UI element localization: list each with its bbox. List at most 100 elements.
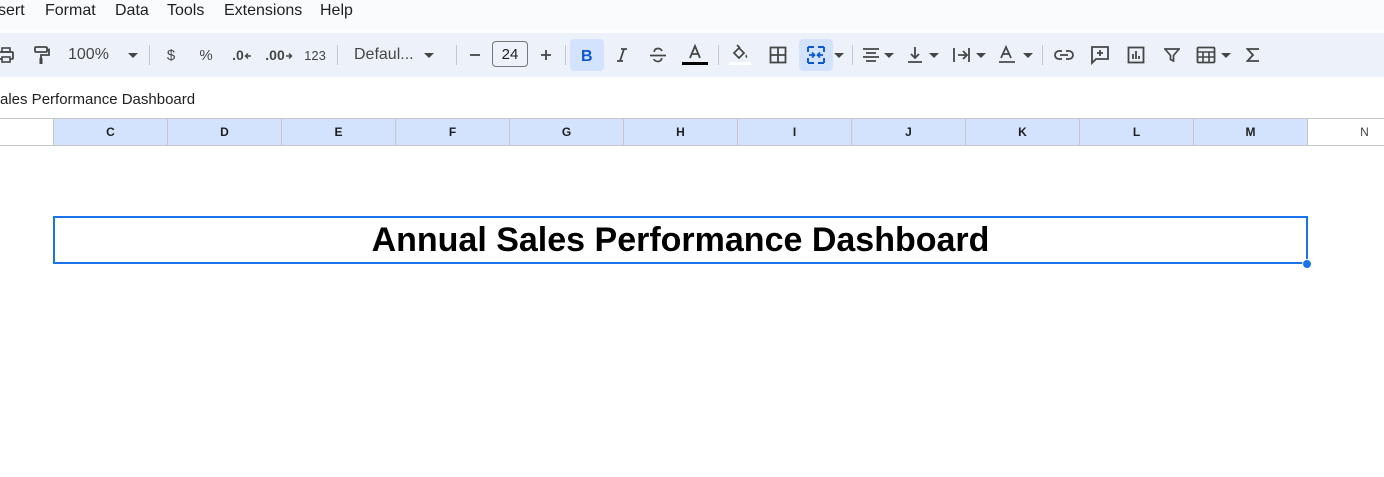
text-wrap-icon [953, 48, 970, 62]
divider [337, 45, 338, 65]
chevron-down-icon [976, 52, 986, 58]
text-rotation-button[interactable] [994, 39, 1036, 71]
text-color-icon [682, 43, 708, 65]
column-header-j[interactable]: J [852, 119, 966, 145]
currency-format-button[interactable]: $ [158, 39, 184, 71]
divider [456, 45, 457, 65]
chevron-down-icon [1220, 52, 1231, 58]
chevron-down-icon [423, 52, 434, 58]
borders-icon [769, 46, 787, 64]
column-header-d[interactable]: D [168, 119, 282, 145]
decrease-decimal-button[interactable]: .0 [228, 39, 256, 71]
text-color-button[interactable] [680, 39, 710, 71]
selection-fill-handle[interactable] [1302, 259, 1312, 269]
sheet-grid[interactable] [0, 146, 1384, 477]
fill-color-button[interactable] [726, 39, 754, 71]
column-header-n[interactable]: N [1308, 119, 1384, 145]
column-header-e[interactable]: E [282, 119, 396, 145]
menu-format[interactable]: Format [45, 1, 96, 23]
add-comment-icon [1091, 46, 1109, 65]
arrow-right-icon [285, 52, 293, 60]
merge-cells-button[interactable] [799, 39, 833, 71]
column-header-b[interactable] [0, 119, 54, 145]
percent-label: % [199, 46, 213, 64]
column-header-h[interactable]: H [624, 119, 738, 145]
menu-help[interactable]: Help [320, 1, 353, 23]
paint-format-button[interactable] [28, 39, 54, 71]
font-family-select[interactable]: Defaul... [348, 39, 448, 71]
insert-chart-button[interactable] [1122, 39, 1150, 71]
menu-tools[interactable]: Tools [167, 1, 204, 23]
merged-title-cell[interactable]: Annual Sales Performance Dashboard [53, 216, 1308, 264]
percent-format-button[interactable]: % [193, 39, 219, 71]
fill-color-icon [729, 44, 751, 65]
bold-icon: B [581, 48, 593, 63]
currency-label: $ [166, 46, 176, 64]
divider [718, 45, 719, 65]
increase-font-size-button[interactable] [534, 39, 558, 71]
menu-data[interactable]: Data [115, 1, 149, 23]
italic-icon [617, 48, 627, 62]
arrow-left-icon [244, 52, 251, 60]
divider [852, 45, 853, 65]
more-formats-button[interactable]: 123 [301, 39, 329, 71]
column-header-k[interactable]: K [966, 119, 1080, 145]
toolbar: 100% $ % .0 .00 123 Defaul... 24 B [0, 33, 1384, 77]
horizontal-align-button[interactable] [858, 39, 898, 71]
filter-button[interactable] [1158, 39, 1186, 71]
svg-text:B: B [581, 48, 593, 63]
table-view-icon [1196, 46, 1215, 64]
print-icon [0, 47, 14, 63]
zoom-value: 100% [68, 46, 109, 63]
formula-bar[interactable]: ales Performance Dashboard [0, 85, 1384, 118]
chevron-down-icon [929, 52, 939, 58]
menu-extensions[interactable]: Extensions [224, 1, 302, 23]
column-header-l[interactable]: L [1080, 119, 1194, 145]
chevron-down-icon [127, 52, 138, 58]
functions-button[interactable] [1240, 39, 1266, 71]
chevron-down-icon [834, 52, 844, 58]
align-center-icon [863, 48, 879, 62]
merge-cells-icon [807, 46, 825, 64]
chevron-down-icon [1023, 52, 1033, 58]
dashboard-title: Annual Sales Performance Dashboard [371, 220, 990, 259]
insert-link-button[interactable] [1050, 39, 1078, 71]
italic-button[interactable] [608, 39, 636, 71]
strikethrough-button[interactable] [644, 39, 672, 71]
text-rotation-icon [999, 45, 1015, 63]
increase-decimal-button[interactable]: .00 [264, 39, 294, 71]
chevron-down-icon [884, 52, 894, 58]
column-header-i[interactable]: I [738, 119, 852, 145]
decrease-font-size-button[interactable] [463, 39, 487, 71]
zoom-select[interactable]: 100% [62, 39, 140, 71]
column-header-f[interactable]: F [396, 119, 510, 145]
menu-bar: sert Format Data Tools Extensions Help [0, 0, 1384, 30]
vertical-align-button[interactable] [902, 39, 944, 71]
menu-insert[interactable]: sert [0, 1, 25, 23]
filter-views-button[interactable] [1192, 39, 1234, 71]
filter-icon [1164, 48, 1180, 63]
divider [149, 45, 150, 65]
divider [1042, 45, 1043, 65]
print-button[interactable] [0, 39, 18, 71]
align-bottom-icon [908, 47, 922, 63]
strikethrough-icon [650, 47, 666, 63]
font-size-input[interactable]: 24 [492, 41, 528, 67]
paint-format-icon [34, 46, 50, 64]
font-family-value: Defaul... [354, 46, 414, 63]
column-header-m[interactable]: M [1194, 119, 1308, 145]
text-wrapping-button[interactable] [948, 39, 990, 71]
minus-icon [470, 54, 480, 56]
insert-comment-button[interactable] [1086, 39, 1114, 71]
link-icon [1054, 50, 1074, 60]
plus-icon [541, 50, 551, 60]
column-header-c[interactable]: C [54, 119, 168, 145]
more-formats-label: 123 [304, 47, 326, 63]
column-header-g[interactable]: G [510, 119, 624, 145]
decrease-decimal-label: .0 [232, 47, 244, 63]
sigma-icon [1246, 48, 1259, 62]
column-headers: C D E F G H I J K L M N [0, 118, 1384, 146]
bold-button[interactable]: B [570, 39, 604, 71]
merge-options-dropdown[interactable] [832, 39, 846, 71]
borders-button[interactable] [764, 39, 792, 71]
